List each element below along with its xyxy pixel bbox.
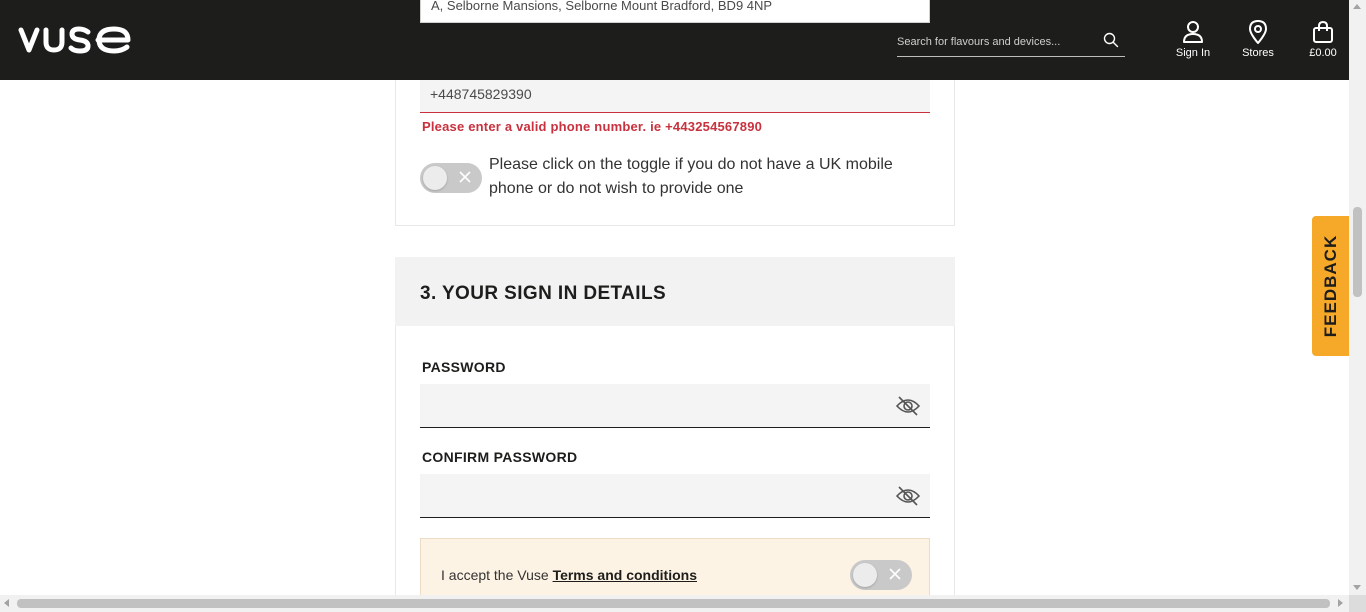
scroll-right-icon[interactable]	[1338, 599, 1343, 607]
no-uk-phone-label: Please click on the toggle if you do not…	[489, 156, 893, 197]
confirm-password-label: CONFIRM PASSWORD	[422, 449, 578, 465]
close-icon	[459, 171, 471, 183]
sign-in-link[interactable]: Sign In	[1168, 20, 1218, 64]
eye-off-icon[interactable]	[895, 485, 921, 507]
password-label: PASSWORD	[422, 359, 506, 375]
search-input[interactable]	[897, 33, 1093, 51]
feedback-label: FEEDBACK	[1320, 234, 1340, 338]
search-bar	[897, 26, 1125, 57]
basket-total: £0.00	[1309, 47, 1337, 59]
sign-in-label: Sign In	[1175, 47, 1211, 59]
password-input[interactable]	[420, 384, 930, 428]
terms-prefix: I accept the Vuse	[441, 567, 553, 583]
scroll-left-icon[interactable]	[4, 599, 9, 607]
stores-label: Stores	[1242, 47, 1274, 59]
feedback-tab[interactable]: FEEDBACK	[1312, 216, 1349, 356]
phone-field[interactable]: +448745829390	[420, 80, 930, 113]
toggle-knob	[853, 563, 877, 587]
basket-link[interactable]: £0.00	[1298, 20, 1348, 64]
address-suggestion[interactable]: A, Selborne Mansions, Selborne Mount Bra…	[420, 0, 930, 23]
section-title: 3. YOUR SIGN IN DETAILS	[420, 283, 667, 304]
toggle-knob	[423, 166, 447, 190]
phone-error-message: Please enter a valid phone number. ie +4…	[422, 119, 763, 134]
confirm-password-input[interactable]	[420, 474, 930, 518]
horizontal-scroll-thumb[interactable]	[17, 599, 1330, 608]
accept-terms-toggle[interactable]	[850, 560, 912, 590]
no-uk-phone-toggle[interactable]	[420, 163, 482, 193]
search-icon[interactable]	[1103, 32, 1119, 48]
address-suggestion-text: A, Selborne Mansions, Selborne Mount Bra…	[431, 0, 773, 13]
basket-icon	[1313, 20, 1333, 43]
horizontal-scrollbar[interactable]	[0, 595, 1349, 612]
vertical-scrollbar[interactable]	[1349, 0, 1366, 595]
scrollbar-corner	[1349, 595, 1366, 612]
terms-link[interactable]: Terms and conditions	[553, 567, 697, 583]
vertical-scroll-thumb[interactable]	[1353, 207, 1362, 297]
scroll-down-icon[interactable]	[1353, 585, 1361, 590]
eye-off-icon[interactable]	[895, 395, 921, 417]
sign-in-details-header: 3. YOUR SIGN IN DETAILS	[395, 257, 955, 326]
phone-value: +448745829390	[430, 86, 532, 102]
scroll-up-icon[interactable]	[1353, 4, 1361, 9]
stores-link[interactable]: Stores	[1233, 20, 1283, 64]
close-icon	[889, 568, 901, 580]
terms-text: I accept the Vuse Terms and conditions	[441, 567, 697, 583]
user-icon	[1183, 21, 1203, 43]
location-pin-icon	[1248, 20, 1268, 44]
vuse-logo[interactable]	[18, 22, 134, 58]
